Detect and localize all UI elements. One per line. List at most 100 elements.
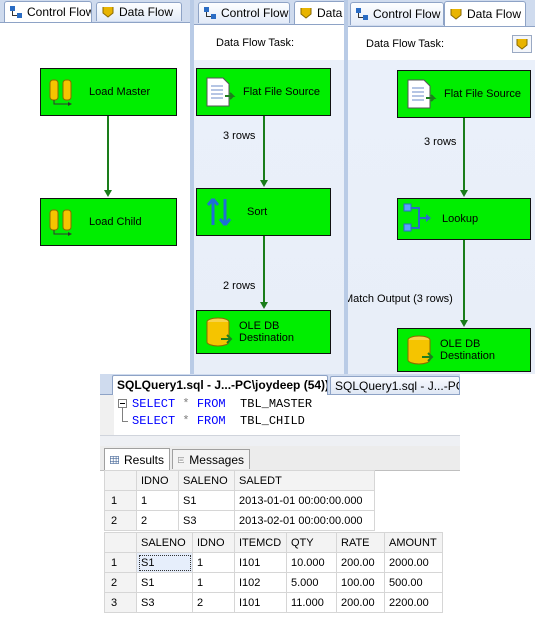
collapse-icon[interactable]	[118, 399, 127, 408]
component-ole-db-destination[interactable]: OLE DB Destination	[196, 310, 331, 354]
grid-cell[interactable]: S1	[178, 490, 235, 511]
query-tab-label: SQLQuery1.sql - J...-PC	[335, 379, 460, 393]
outline-guide	[122, 408, 123, 421]
task-load-master[interactable]: Load Master	[40, 68, 177, 116]
row-header-corner	[104, 470, 137, 491]
row-number[interactable]: 1	[104, 552, 137, 573]
component-sort[interactable]: Sort	[196, 188, 331, 236]
designer-tab-strip: Control Flow Data Flow	[348, 0, 535, 27]
grid-cell[interactable]: 100.00	[336, 572, 385, 593]
grid-cell[interactable]: 2	[136, 510, 179, 531]
data-path[interactable]	[463, 240, 465, 322]
tab-messages[interactable]: Messages	[172, 449, 250, 469]
column-header[interactable]: IDNO	[192, 532, 235, 553]
data-path[interactable]	[263, 236, 265, 304]
task-load-child[interactable]: Load Child	[40, 198, 177, 246]
grid-cell[interactable]: 200.00	[336, 552, 385, 573]
grid-cell[interactable]: 2200.00	[384, 592, 443, 613]
data-flow-icon	[300, 8, 312, 19]
task-label: Load Child	[89, 216, 142, 228]
table-row[interactable]: 2 2 S3 2013-02-01 00:00:00.000	[104, 510, 375, 531]
column-header[interactable]: ITEMCD	[234, 532, 287, 553]
component-label: Sort	[247, 206, 268, 218]
tab-data-flow[interactable]: Data Flow	[294, 1, 344, 24]
tab-label: Control Flow	[27, 5, 92, 19]
column-header[interactable]: AMOUNT	[384, 532, 443, 553]
arrowhead	[260, 302, 268, 309]
row-number[interactable]: 2	[104, 510, 137, 531]
task-selector-bar: Data Flow Task:	[194, 25, 344, 60]
star: *	[182, 414, 190, 428]
row-number[interactable]: 1	[104, 490, 137, 511]
grid-cell[interactable]: S1	[136, 572, 193, 593]
tab-query-inactive[interactable]: SQLQuery1.sql - J...-PC	[330, 376, 460, 394]
tab-control-flow[interactable]: Control Flow	[198, 2, 290, 23]
grid-cell[interactable]: 1	[192, 572, 235, 593]
tab-query-active[interactable]: SQLQuery1.sql - J...-PC\joydeep (54))*	[112, 375, 328, 395]
tab-control-flow[interactable]: Control Flow	[350, 2, 444, 25]
component-ole-db-destination[interactable]: OLE DB Destination	[397, 328, 531, 372]
component-flat-file-source[interactable]: Flat File Source	[196, 68, 331, 116]
grid-cell[interactable]: 2	[192, 592, 235, 613]
column-header[interactable]: SALEDT	[234, 470, 375, 491]
table-row[interactable]: 1 1 S1 2013-01-01 00:00:00.000	[104, 490, 375, 511]
messages-icon	[178, 456, 185, 463]
grid-cell[interactable]: 2013-01-01 00:00:00.000	[234, 490, 375, 511]
grid-icon	[110, 455, 119, 464]
control-flow-canvas[interactable]	[0, 23, 190, 310]
table-row[interactable]: 3 S3 2 I101 11.000 200.00 2200.00	[104, 592, 443, 613]
grid-cell[interactable]: I101	[234, 592, 287, 613]
tab-control-flow[interactable]: Control Flow	[4, 1, 92, 22]
grid-cell[interactable]: 10.000	[286, 552, 337, 573]
component-lookup[interactable]: Lookup	[397, 198, 531, 240]
data-flow-icon	[450, 9, 462, 20]
query-editor[interactable]: SELECT * FROM TBL_MASTER SELECT * FROM T…	[100, 395, 460, 435]
row-number[interactable]: 3	[104, 592, 137, 613]
control-flow-icon	[10, 6, 22, 18]
component-flat-file-source[interactable]: Flat File Source	[397, 70, 531, 118]
arrowhead	[104, 190, 112, 197]
column-header[interactable]: QTY	[286, 532, 337, 553]
precedence-constraint[interactable]	[107, 116, 109, 190]
data-flow-task-label: Data Flow Task:	[216, 37, 295, 49]
tab-data-flow[interactable]: Data Flow	[96, 2, 182, 21]
database-icon	[407, 335, 434, 365]
grid-cell[interactable]: 200.00	[336, 592, 385, 613]
results-tab-label: Results	[123, 452, 164, 467]
grid-cell[interactable]: I101	[234, 552, 287, 573]
tab-label: Data Flow	[317, 6, 344, 20]
column-header[interactable]: SALENO	[136, 532, 193, 553]
results-grid-master[interactable]: IDNO SALENO SALEDT 1 1 S1 2013-01-01 00:…	[104, 470, 375, 531]
grid-cell[interactable]: I102	[234, 572, 287, 593]
table-row[interactable]: 2 S1 1 I102 5.000 100.00 500.00	[104, 572, 443, 593]
tab-results[interactable]: Results	[104, 448, 170, 470]
task-dropdown[interactable]	[512, 35, 532, 53]
grid-cell[interactable]: S3	[178, 510, 235, 531]
lookup-icon	[403, 203, 431, 232]
results-grid-child[interactable]: SALENO IDNO ITEMCD QTY RATE AMOUNT 1 S1 …	[104, 532, 443, 613]
column-header[interactable]: RATE	[336, 532, 385, 553]
grid-cell-selected[interactable]: S1	[136, 552, 193, 573]
keyword: SELECT	[132, 414, 176, 428]
column-header[interactable]: IDNO	[136, 470, 179, 491]
editor-horizontal-scrollbar[interactable]	[100, 435, 460, 446]
data-path[interactable]	[463, 118, 465, 192]
component-label: Lookup	[442, 213, 479, 225]
data-path[interactable]	[263, 116, 265, 182]
grid-cell[interactable]: 5.000	[286, 572, 337, 593]
editor-gutter	[100, 395, 114, 435]
grid-cell[interactable]: 500.00	[384, 572, 443, 593]
grid-cell[interactable]: 11.000	[286, 592, 337, 613]
grid-cell[interactable]: 2000.00	[384, 552, 443, 573]
grid-cell[interactable]: 1	[192, 552, 235, 573]
data-flow-icon	[102, 7, 114, 18]
column-header[interactable]: SALENO	[178, 470, 235, 491]
row-number[interactable]: 2	[104, 572, 137, 593]
grid-header-row: SALENO IDNO ITEMCD QTY RATE AMOUNT	[104, 532, 443, 553]
keyword: SELECT	[132, 397, 176, 411]
grid-cell[interactable]: 1	[136, 490, 179, 511]
grid-cell[interactable]: S3	[136, 592, 193, 613]
tab-data-flow[interactable]: Data Flow	[444, 1, 526, 26]
grid-cell[interactable]: 2013-02-01 00:00:00.000	[234, 510, 375, 531]
table-row[interactable]: 1 S1 1 I101 10.000 200.00 2000.00	[104, 552, 443, 573]
